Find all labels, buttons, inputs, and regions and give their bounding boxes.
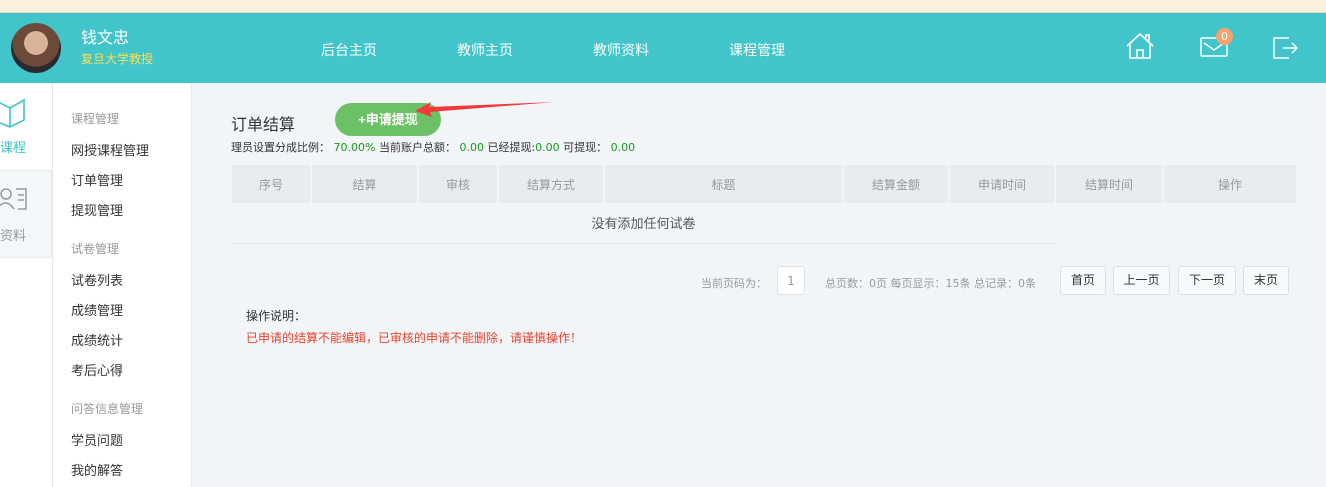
col-header: 序号 [232,165,312,203]
sidebar-item-label: 课程 [0,141,27,156]
menu-item-online-course[interactable]: 网授课程管理 [71,140,149,159]
nav-admin-home[interactable]: 后台主页 [321,40,377,60]
col-header: 结算方式 [498,165,605,203]
nav-teacher-profile[interactable]: 教师资料 [593,40,649,60]
book-icon [0,98,25,128]
pagination-summary: 总页数：0页 每页显示：15条 总记录：0条 [825,277,1036,290]
total-value: 0.00 [459,141,484,154]
note-warning: 已申请的结算不能编辑，已审核的申请不能删除，请谨慎操作！ [246,331,583,345]
withdrawn-value: 0.00 [535,141,560,154]
menu-item-withdraw[interactable]: 提现管理 [71,200,123,219]
col-header: 申请时间 [949,165,1056,203]
menu-section-title: 课程管理 [71,112,120,126]
message-count-badge: 0 [1216,28,1233,45]
user-title: 复旦大学教授 [81,52,154,66]
sidebar-item-label: 资料 [0,229,27,244]
main-sidebar: 课程 资料 [0,83,52,487]
first-page-button[interactable]: 首页 [1060,266,1106,295]
note-title: 操作说明： [246,309,307,323]
home-icon[interactable] [1125,32,1155,60]
menu-item-orders[interactable]: 订单管理 [71,170,123,189]
available-value: 0.00 [610,141,636,154]
col-header: 结算 [311,165,419,203]
nav-teacher-home[interactable]: 教师主页 [457,40,513,60]
col-header: 标题 [604,165,844,203]
col-header: 结算金额 [843,165,950,203]
sidebar-item-profile[interactable]: 资料 [0,170,52,258]
ratio-value: 70.00% [333,141,376,154]
menu-item-score-stats[interactable]: 成绩统计 [71,330,123,349]
header: 钱文忠 复旦大学教授 后台主页 教师主页 教师资料 课程管理 0 [0,13,1326,83]
account-info: 理员设置分成比例： 70.00% 当前账户总额： 0.00 已经提现:0.00 … [231,139,635,155]
prev-page-button[interactable]: 上一页 [1113,266,1170,295]
sub-menu: 课程管理 网授课程管理 订单管理 提现管理 试卷管理 试卷列表 成绩管理 成绩统… [52,83,192,487]
next-page-button[interactable]: 下一页 [1178,266,1236,295]
profile-icon [0,188,27,210]
logout-icon[interactable] [1272,37,1298,59]
nav-course-management[interactable]: 课程管理 [729,40,785,60]
page-title: 订单结算 [231,115,296,134]
col-header: 操作 [1163,165,1296,203]
withdrawn-label: 已经提现: [487,141,536,154]
user-name: 钱文忠 [81,28,130,47]
menu-item-reflections[interactable]: 考后心得 [71,360,123,379]
ratio-label: 理员设置分成比例： [231,141,330,154]
avatar[interactable] [11,23,61,73]
available-label: 可提现： [563,141,608,154]
empty-message: 没有添加任何试卷 [232,204,1055,244]
menu-item-my-answers[interactable]: 我的解答 [71,460,123,479]
current-page-input[interactable]: 1 [777,266,805,295]
browser-notice-strip [0,0,1326,13]
arrow-annotation [415,102,555,117]
menu-item-scores[interactable]: 成绩管理 [71,300,123,319]
menu-section-title: 试卷管理 [71,242,120,256]
current-page-label: 当前页码为： [701,277,767,290]
menu-section-title: 问答信息管理 [71,402,144,416]
sidebar-item-course[interactable]: 课程 [0,83,52,171]
menu-item-exam-list[interactable]: 试卷列表 [71,270,123,289]
col-header: 审核 [418,165,499,203]
total-label: 当前账户总额： [378,141,456,154]
last-page-button[interactable]: 末页 [1243,266,1289,295]
settlement-table: 序号 结算 审核 结算方式 标题 结算金额 申请时间 结算时间 操作 [232,165,1296,203]
menu-item-student-questions[interactable]: 学员问题 [71,430,123,449]
col-header: 结算时间 [1055,165,1164,203]
